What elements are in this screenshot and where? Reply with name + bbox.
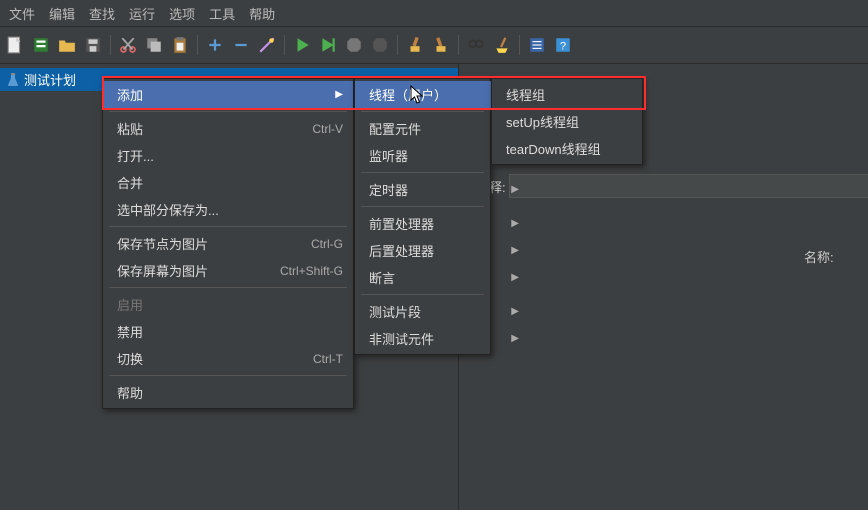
submenu-add-item-5[interactable]: 定时器 ▶: [355, 176, 529, 203]
tree-item-label: 测试计划: [24, 70, 76, 89]
menu-item-label: 监听器: [369, 146, 408, 165]
clear-all-icon[interactable]: [430, 34, 452, 56]
context-menu-item-11[interactable]: 禁用: [103, 318, 353, 345]
menu-item-label: 断言: [369, 268, 395, 287]
menu-tools[interactable]: 工具: [202, 2, 242, 25]
submenu-arrow-icon: ▶: [511, 184, 519, 195]
name-label: 名称:: [804, 247, 834, 266]
menu-separator: [109, 375, 347, 376]
menu-separator: [361, 294, 484, 295]
expand-icon[interactable]: [204, 34, 226, 56]
context-menu-item-5[interactable]: 选中部分保存为...: [103, 196, 353, 223]
start-no-timers-icon[interactable]: [317, 34, 339, 56]
submenu-add-item-12[interactable]: 非测试元件 ▶: [355, 325, 529, 352]
open-icon[interactable]: [56, 34, 78, 56]
menubar: 文件 编辑 查找 运行 选项 工具 帮助: [0, 0, 868, 26]
paste-icon[interactable]: [169, 34, 191, 56]
menu-separator: [109, 226, 347, 227]
menu-item-label: 打开...: [117, 146, 154, 165]
menu-file[interactable]: 文件: [2, 2, 42, 25]
function-helper-icon[interactable]: [526, 34, 548, 56]
menu-item-shortcut: Ctrl-V: [312, 122, 343, 136]
menu-item-label: 线程（用户）: [369, 85, 447, 104]
menu-item-label: setUp线程组: [506, 112, 579, 131]
menu-item-label: 禁用: [117, 322, 143, 341]
shutdown-icon[interactable]: [369, 34, 391, 56]
submenu-add-item-8[interactable]: 后置处理器 ▶: [355, 237, 529, 264]
submenu-threads: 线程组 setUp线程组 tearDown线程组: [491, 78, 643, 165]
submenu-arrow-icon: ▶: [511, 306, 519, 317]
menu-run[interactable]: 运行: [122, 2, 162, 25]
toolbar: ?: [0, 26, 868, 64]
submenu-threads-item-1[interactable]: setUp线程组: [492, 108, 666, 135]
new-template-icon[interactable]: [30, 34, 52, 56]
menu-separator: [109, 287, 347, 288]
context-menu-item-4[interactable]: 合并: [103, 169, 353, 196]
context-menu-item-8[interactable]: 保存屏幕为图片 Ctrl+Shift-G: [103, 257, 353, 284]
menu-item-label: 定时器: [369, 180, 408, 199]
start-icon[interactable]: [291, 34, 313, 56]
submenu-threads-item-0[interactable]: 线程组: [492, 81, 666, 108]
menu-item-shortcut: Ctrl+Shift-G: [280, 264, 343, 278]
svg-text:?: ?: [560, 41, 566, 53]
menu-item-shortcut: Ctrl-T: [313, 352, 343, 366]
flask-icon: [6, 73, 20, 87]
menu-separator: [361, 206, 484, 207]
menu-separator: [109, 111, 347, 112]
save-icon[interactable]: [82, 34, 104, 56]
menu-item-label: tearDown线程组: [506, 139, 601, 158]
menu-item-label: 粘贴: [117, 119, 143, 138]
menu-item-label: 非测试元件: [369, 329, 434, 348]
context-menu-item-10: 启用: [103, 291, 353, 318]
menu-item-label: 选中部分保存为...: [117, 200, 219, 219]
menu-item-label: 前置处理器: [369, 214, 434, 233]
menu-item-label: 后置处理器: [369, 241, 434, 260]
menu-item-label: 切换: [117, 349, 143, 368]
menu-item-label: 保存节点为图片: [117, 234, 208, 253]
submenu-arrow-icon: ▶: [511, 333, 519, 344]
context-menu-item-2[interactable]: 粘贴 Ctrl-V: [103, 115, 353, 142]
menu-item-label: 帮助: [117, 383, 143, 402]
search-icon[interactable]: [465, 34, 487, 56]
reset-search-icon[interactable]: [491, 34, 513, 56]
help-icon[interactable]: ?: [552, 34, 574, 56]
new-file-icon[interactable]: [4, 34, 26, 56]
context-menu: 添加 ▶ 粘贴 Ctrl-V 打开... 合并选中部分保存为... 保存节点为图片 Ctrl-…: [102, 78, 354, 409]
menu-separator: [361, 172, 484, 173]
clear-icon[interactable]: [404, 34, 426, 56]
menu-search[interactable]: 查找: [82, 2, 122, 25]
context-menu-item-0[interactable]: 添加 ▶: [103, 81, 353, 108]
stop-icon[interactable]: [343, 34, 365, 56]
submenu-add-item-9[interactable]: 断言 ▶: [355, 264, 529, 291]
menu-item-label: 测试片段: [369, 302, 421, 321]
copy-icon[interactable]: [143, 34, 165, 56]
menu-item-shortcut: Ctrl-G: [311, 237, 343, 251]
submenu-arrow-icon: ▶: [511, 245, 519, 256]
menu-item-label: 线程组: [506, 85, 545, 104]
context-menu-item-7[interactable]: 保存节点为图片 Ctrl-G: [103, 230, 353, 257]
menu-item-label: 合并: [117, 173, 143, 192]
context-menu-item-3[interactable]: 打开...: [103, 142, 353, 169]
menu-help[interactable]: 帮助: [242, 2, 282, 25]
menu-item-label: 配置元件: [369, 119, 421, 138]
context-menu-item-14[interactable]: 帮助: [103, 379, 353, 406]
submenu-add-item-7[interactable]: 前置处理器 ▶: [355, 210, 529, 237]
menu-options[interactable]: 选项: [162, 2, 202, 25]
menu-item-label: 启用: [117, 295, 143, 314]
submenu-threads-item-2[interactable]: tearDown线程组: [492, 135, 666, 162]
toggle-icon[interactable]: [256, 34, 278, 56]
menu-item-label: 添加: [117, 85, 143, 104]
submenu-add: 线程（用户）▶配置元件▶监听器▶定时器▶前置处理器▶后置处理器▶断言▶测试片段▶…: [354, 78, 491, 355]
submenu-arrow-icon: ▶: [335, 89, 343, 100]
context-menu-item-12[interactable]: 切换 Ctrl-T: [103, 345, 353, 372]
submenu-add-item-11[interactable]: 测试片段 ▶: [355, 298, 529, 325]
submenu-arrow-icon: ▶: [511, 272, 519, 283]
submenu-arrow-icon: ▶: [511, 218, 519, 229]
menu-item-label: 保存屏幕为图片: [117, 261, 208, 280]
menu-separator: [361, 111, 484, 112]
comments-field[interactable]: [509, 174, 868, 198]
cut-icon[interactable]: [117, 34, 139, 56]
menu-edit[interactable]: 编辑: [42, 2, 82, 25]
collapse-icon[interactable]: [230, 34, 252, 56]
